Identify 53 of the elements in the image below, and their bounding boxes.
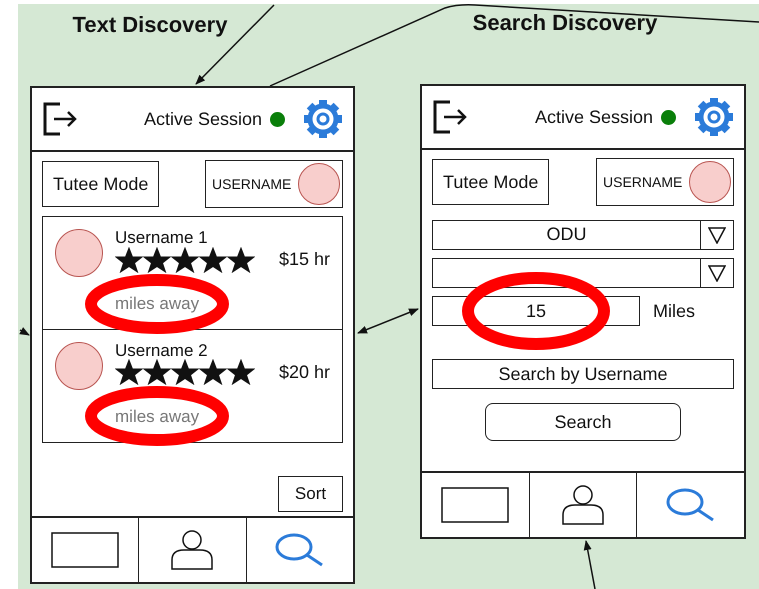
screen-title: Search Discovery bbox=[472, 9, 658, 37]
rectangle-icon bbox=[51, 532, 120, 568]
star-icon bbox=[199, 359, 227, 385]
star-icon bbox=[143, 246, 171, 272]
tutor-card[interactable]: Username 1 $15 hr miles away bbox=[42, 216, 343, 330]
star-icon bbox=[171, 246, 199, 272]
dropdown-field[interactable] bbox=[432, 258, 734, 288]
search-icon bbox=[274, 533, 325, 567]
avatar-circle bbox=[55, 229, 103, 277]
star-icon bbox=[115, 246, 143, 272]
avatar-circle bbox=[55, 342, 103, 390]
star-icon bbox=[143, 359, 171, 385]
tutor-name: Username 2 bbox=[115, 342, 209, 358]
username-search-field[interactable]: Search by Username bbox=[432, 359, 734, 389]
username-label: USERNAME bbox=[212, 174, 292, 194]
rectangle-icon bbox=[441, 487, 510, 523]
connector-arrow bbox=[19, 327, 30, 336]
sort-button[interactable]: Sort bbox=[278, 476, 343, 512]
person-icon bbox=[170, 530, 214, 570]
tutor-name: Username 1 bbox=[115, 229, 209, 246]
unit-label: Miles bbox=[653, 300, 696, 322]
distance-label: miles away bbox=[115, 408, 200, 424]
mode-button[interactable]: Tutee Mode bbox=[42, 161, 160, 207]
hourly-rate: $15 hr bbox=[278, 248, 330, 271]
settings-icon[interactable] bbox=[694, 97, 734, 137]
hourly-rate: $20 hr bbox=[278, 360, 330, 384]
person-icon bbox=[561, 485, 605, 525]
caret-icon bbox=[708, 226, 726, 244]
star-icon bbox=[227, 246, 255, 272]
star-icon bbox=[227, 359, 255, 385]
username-label: USERNAME bbox=[603, 172, 682, 192]
session-status: Active Session bbox=[534, 106, 653, 128]
caret-icon bbox=[708, 264, 726, 282]
tutor-card[interactable]: Username 2 $20 hr miles away bbox=[42, 328, 343, 442]
user-chip[interactable]: USERNAME bbox=[205, 160, 343, 208]
dropdown-field[interactable]: ODU bbox=[432, 220, 734, 250]
logout-icon[interactable] bbox=[42, 101, 78, 137]
screen-title: Text Discovery bbox=[72, 11, 228, 39]
logout-icon[interactable] bbox=[432, 99, 468, 135]
distance-label: miles away bbox=[115, 295, 200, 312]
star-icon bbox=[115, 359, 143, 385]
star-icon bbox=[171, 359, 199, 385]
mode-button[interactable]: Tutee Mode bbox=[432, 159, 550, 205]
connector-arrow bbox=[584, 540, 596, 589]
search-button[interactable]: Search bbox=[485, 403, 681, 441]
session-status: Active Session bbox=[144, 108, 262, 130]
star-icon bbox=[199, 246, 227, 272]
user-chip[interactable]: USERNAME bbox=[596, 158, 734, 206]
avatar-circle bbox=[298, 163, 340, 205]
avatar-circle bbox=[689, 161, 731, 203]
settings-icon[interactable] bbox=[303, 99, 343, 139]
search-icon bbox=[666, 488, 716, 522]
connector-arrow bbox=[357, 308, 419, 334]
